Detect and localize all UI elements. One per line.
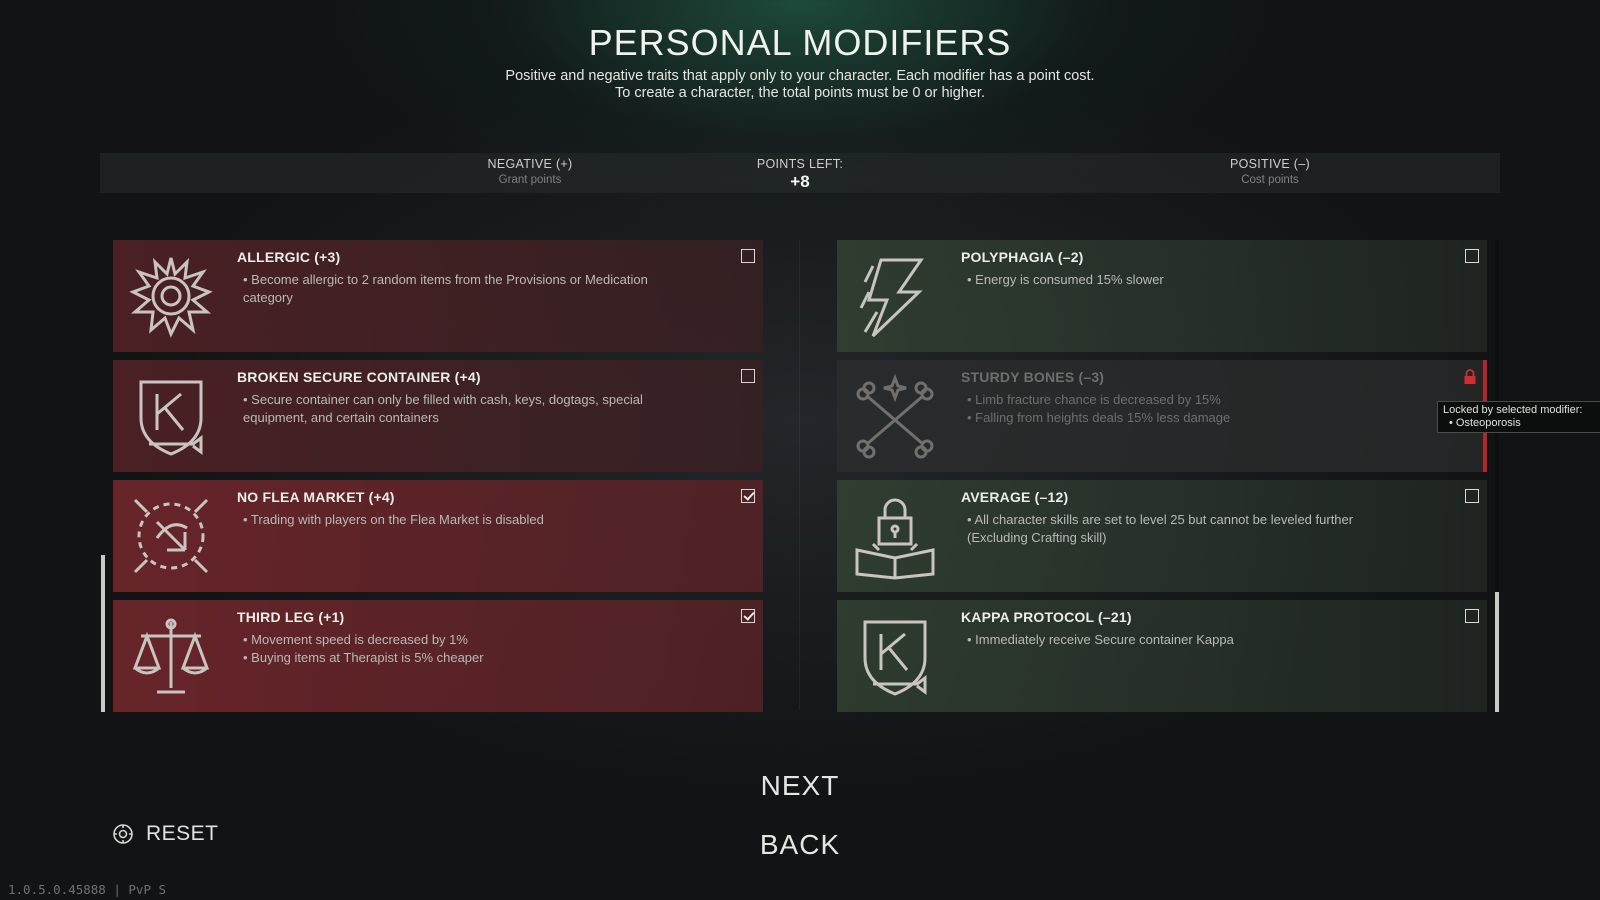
locked-tooltip: Locked by selected modifier: • Osteoporo…: [1437, 401, 1600, 433]
modifier-checkbox-checked[interactable]: [741, 489, 755, 503]
reset-button[interactable]: RESET: [112, 820, 219, 848]
negative-sublabel: Grant points: [498, 174, 562, 186]
modifier-card-allergic[interactable]: ALLERGIC (+3) • Become allergic to 2 ran…: [113, 240, 763, 352]
description-line: category: [243, 289, 293, 305]
modifier-checkbox[interactable]: [1465, 489, 1479, 503]
modifier-title: NO FLEA MARKET (+4): [237, 489, 395, 505]
page-subtitle: Positive and negative traits that apply …: [0, 68, 1600, 102]
description-line: • Trading with players on the Flea Marke…: [243, 512, 544, 527]
subtitle-line-1: Positive and negative traits that apply …: [505, 68, 1095, 84]
version-label: 1.0.5.0.45888 | PvP S: [8, 882, 167, 897]
locked-book-icon: [851, 492, 939, 580]
description-line: (Excluding Crafting skill): [967, 529, 1107, 545]
description-line: • Falling from heights deals 15% less da…: [967, 409, 1231, 425]
modifier-title: THIRD LEG (+1): [237, 609, 345, 625]
description-line: • Energy is consumed 15% slower: [967, 272, 1164, 287]
positive-column-header: POSITIVE (–) Cost points: [1110, 157, 1430, 186]
negative-column-header: NEGATIVE (+) Grant points: [370, 157, 690, 186]
modifier-card-kappa-protocol[interactable]: KAPPA PROTOCOL (–21) • Immediately recei…: [837, 600, 1487, 712]
lock-icon: [1463, 369, 1477, 385]
description-line: • All character skills are set to level …: [967, 512, 1354, 527]
modifier-title: STURDY BONES (–3): [961, 369, 1105, 385]
modifier-card-third-leg[interactable]: THIRD LEG (+1) • Movement speed is decre…: [113, 600, 763, 712]
description-line: • Limb fracture chance is decreased by 1…: [967, 392, 1221, 407]
reset-icon: [112, 823, 134, 845]
modifier-description: • Limb fracture chance is decreased by 1…: [967, 391, 1427, 426]
description-line: • Movement speed is decreased by 1%: [243, 632, 468, 647]
modifier-description: • Immediately receive Secure container K…: [967, 631, 1427, 649]
modifier-title: BROKEN SECURE CONTAINER (+4): [237, 369, 481, 385]
next-button[interactable]: NEXT: [700, 770, 900, 802]
modifier-card-no-flea-market[interactable]: NO FLEA MARKET (+4) • Trading with playe…: [113, 480, 763, 592]
scales-icon: [127, 612, 215, 700]
modifier-title: KAPPA PROTOCOL (–21): [961, 609, 1132, 625]
sun-burst-icon: [127, 252, 215, 340]
modifier-description: • Trading with players on the Flea Marke…: [243, 511, 703, 529]
modifier-checkbox[interactable]: [1465, 609, 1479, 623]
modifier-checkbox[interactable]: [741, 369, 755, 383]
modifier-title: ALLERGIC (+3): [237, 249, 341, 265]
flea-market-icon: [127, 492, 215, 580]
positive-list-scrollbar[interactable]: [1495, 592, 1499, 712]
description-line: • Become allergic to 2 random items from…: [243, 272, 648, 287]
description-line: • Secure container can only be filled wi…: [243, 392, 643, 407]
modifier-title: POLYPHAGIA (–2): [961, 249, 1084, 265]
subtitle-line-2: To create a character, the total points …: [615, 85, 985, 101]
modifier-card-sturdy-bones-locked[interactable]: STURDY BONES (–3) • Limb fracture chance…: [837, 360, 1487, 472]
modifier-description: • Movement speed is decreased by 1% • Bu…: [243, 631, 703, 666]
modifier-description: • All character skills are set to level …: [967, 511, 1427, 546]
modifier-description: • Secure container can only be filled wi…: [243, 391, 703, 426]
modifier-description: • Energy is consumed 15% slower: [967, 271, 1427, 289]
points-summary-bar: NEGATIVE (+) Grant points POINTS LEFT: +…: [100, 153, 1500, 193]
negative-list-scrollbar[interactable]: [101, 555, 105, 712]
negative-label: NEGATIVE (+): [487, 157, 573, 171]
page-title: PERSONAL MODIFIERS: [588, 22, 1012, 63]
description-line: equipment, and certain containers: [243, 409, 439, 425]
crossed-bones-icon: [851, 372, 939, 460]
modifier-title: AVERAGE (–12): [961, 489, 1069, 505]
positive-label: POSITIVE (–): [1229, 157, 1310, 171]
kappa-shield-icon: [851, 612, 939, 700]
positive-sublabel: Cost points: [1241, 174, 1299, 186]
points-left-value: +8: [790, 172, 810, 191]
modifier-description: • Become allergic to 2 random items from…: [243, 271, 703, 306]
modifier-card-broken-secure-container[interactable]: BROKEN SECURE CONTAINER (+4) • Secure co…: [113, 360, 763, 472]
modifier-checkbox[interactable]: [741, 249, 755, 263]
modifier-checkbox[interactable]: [1465, 249, 1479, 263]
tooltip-item: • Osteoporosis: [1449, 417, 1521, 429]
modifier-card-polyphagia[interactable]: POLYPHAGIA (–2) • Energy is consumed 15%…: [837, 240, 1487, 352]
description-line: • Buying items at Therapist is 5% cheape…: [243, 649, 484, 665]
column-divider: [799, 240, 800, 710]
description-line: • Immediately receive Secure container K…: [967, 632, 1234, 647]
kappa-shield-icon: [127, 372, 215, 460]
reset-label: RESET: [146, 822, 219, 845]
lightning-icon: [851, 252, 939, 340]
back-button[interactable]: BACK: [700, 829, 900, 861]
tooltip-heading: Locked by selected modifier:: [1443, 404, 1583, 416]
points-left: POINTS LEFT: +8: [730, 157, 870, 192]
points-left-label: POINTS LEFT:: [756, 157, 844, 171]
modifier-checkbox-checked[interactable]: [741, 609, 755, 623]
modifier-card-average[interactable]: AVERAGE (–12) • All character skills are…: [837, 480, 1487, 592]
